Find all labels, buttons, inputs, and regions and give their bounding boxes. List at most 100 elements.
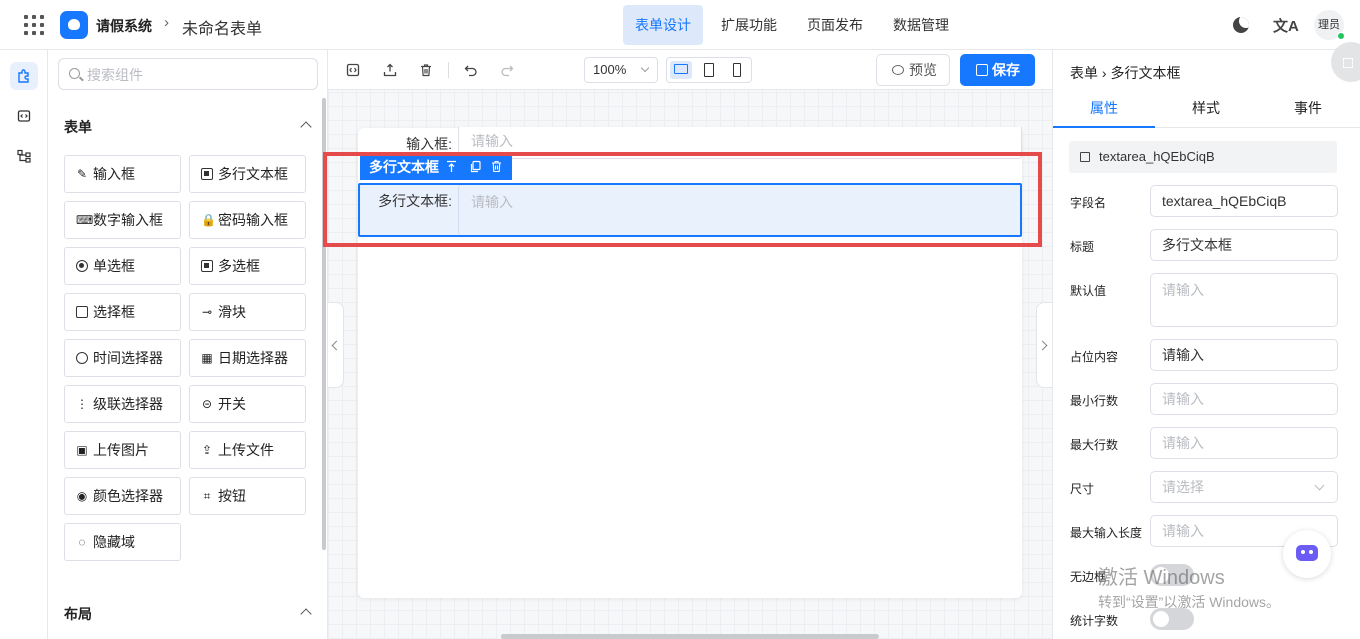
- dark-mode-icon[interactable]: [1233, 17, 1249, 33]
- number-icon: ⌨: [76, 213, 94, 227]
- component-calendar-button[interactable]: ▦ 日期选择器: [189, 339, 306, 377]
- delete-icon[interactable]: [418, 62, 434, 78]
- max-rows-label: 最大行数: [1070, 438, 1119, 452]
- component-label: 颜色选择器: [93, 488, 163, 504]
- device-switcher: [666, 57, 752, 83]
- component-switch-button[interactable]: ⊝ 开关: [189, 385, 306, 423]
- preview-button[interactable]: 预览: [876, 54, 950, 86]
- nav-data-management[interactable]: 数据管理: [881, 5, 961, 45]
- undo-icon[interactable]: [463, 62, 479, 78]
- title-input[interactable]: 多行文本框: [1150, 229, 1338, 261]
- rail-components-button[interactable]: [10, 62, 38, 90]
- component-upload-button[interactable]: ⇪ 上传文件: [189, 431, 306, 469]
- word-count-label: 统计字数: [1070, 614, 1119, 628]
- component-select-button[interactable]: 选择框: [64, 293, 181, 331]
- document-title[interactable]: 未命名表单: [182, 15, 262, 39]
- max-length-label: 最大输入长度: [1070, 526, 1143, 540]
- size-label: 尺寸: [1070, 482, 1095, 496]
- size-select[interactable]: 请选择: [1150, 471, 1338, 503]
- robot-icon: [1296, 545, 1318, 561]
- placeholder-label: 占位内容: [1070, 350, 1119, 364]
- avatar-text: 理员: [1318, 19, 1340, 31]
- component-label: 上传图片: [93, 442, 149, 458]
- component-image-button[interactable]: ▣ 上传图片: [64, 431, 181, 469]
- collapse-form-icon[interactable]: [300, 121, 312, 133]
- min-rows-input[interactable]: 请输入: [1150, 383, 1338, 415]
- breadcrumb-root[interactable]: 表单: [1070, 65, 1098, 81]
- component-checkbox-button[interactable]: 多选框: [189, 247, 306, 285]
- clock-icon: [76, 352, 88, 364]
- rail-code-button[interactable]: [10, 102, 38, 130]
- tab-properties[interactable]: 属性: [1053, 90, 1155, 128]
- field-name-input[interactable]: textarea_hQEbCiqB: [1150, 185, 1338, 217]
- nav-page-publish[interactable]: 页面发布: [795, 5, 875, 45]
- chevron-down-icon: [1314, 480, 1325, 491]
- default-value-textarea[interactable]: 请输入: [1150, 273, 1338, 327]
- component-label: 时间选择器: [93, 350, 163, 366]
- tab-events[interactable]: 事件: [1257, 90, 1359, 127]
- tab-styles[interactable]: 样式: [1155, 90, 1257, 127]
- avatar[interactable]: 理员: [1314, 10, 1345, 40]
- component-clock-button[interactable]: 时间选择器: [64, 339, 181, 377]
- tree-icon: [17, 149, 31, 163]
- section-form-title[interactable]: 表单: [64, 117, 92, 137]
- collapse-left-panel-button[interactable]: [328, 302, 344, 388]
- title-label: 标题: [1070, 240, 1095, 254]
- left-rail: [0, 50, 48, 639]
- fullscreen-button[interactable]: [1331, 42, 1360, 82]
- rail-tree-button[interactable]: [10, 142, 38, 170]
- nav-extensions[interactable]: 扩展功能: [709, 5, 789, 45]
- component-eye-off-button[interactable]: ◌ 隐藏域: [64, 523, 181, 561]
- field-name-label: 字段名: [1070, 196, 1107, 210]
- export-icon[interactable]: [382, 62, 398, 78]
- code-icon[interactable]: [345, 62, 361, 78]
- component-cascader-button[interactable]: ⋮ 级联选择器: [64, 385, 181, 423]
- placeholder-input[interactable]: 请输入: [1150, 339, 1338, 371]
- component-palette-button[interactable]: ◉ 颜色选择器: [64, 477, 181, 515]
- component-id: textarea_hQEbCiqB: [1099, 149, 1215, 164]
- zoom-value: 100%: [593, 62, 627, 77]
- chevron-left-icon: [331, 340, 342, 351]
- section-layout-title[interactable]: 布局: [64, 604, 92, 624]
- component-button-button[interactable]: ⌗ 按钮: [189, 477, 306, 515]
- mobile-view-button[interactable]: [726, 61, 748, 79]
- component-label: 隐藏域: [93, 534, 135, 550]
- component-lock-button[interactable]: 🔒 密码输入框: [189, 201, 306, 239]
- nav-form-design[interactable]: 表单设计: [623, 5, 703, 45]
- component-number-button[interactable]: ⌨ 数字输入框: [64, 201, 181, 239]
- translate-icon[interactable]: 文A: [1273, 15, 1299, 36]
- save-button[interactable]: 保存: [960, 54, 1035, 86]
- chevron-down-icon: [640, 63, 650, 73]
- desktop-view-button[interactable]: [670, 61, 692, 79]
- assistant-button[interactable]: [1283, 530, 1331, 578]
- pencil-icon: ✎: [76, 167, 88, 181]
- max-rows-input[interactable]: 请输入: [1150, 427, 1338, 459]
- textarea-icon: [1080, 152, 1090, 162]
- component-slider-button[interactable]: ⊸ 滑块: [189, 293, 306, 331]
- component-textarea-button[interactable]: 多行文本框: [189, 155, 306, 193]
- tablet-icon: [704, 63, 714, 77]
- main-nav: 表单设计 扩展功能 页面发布 数据管理: [623, 5, 967, 45]
- tablet-view-button[interactable]: [698, 61, 720, 79]
- app-grid-icon[interactable]: [24, 15, 44, 35]
- canvas-horizontal-scrollbar[interactable]: [501, 634, 879, 639]
- design-canvas: 100% 预览 保存 输入框: 请输入 多行文本框: 请输入 多行文本框: [323, 50, 1052, 639]
- highlight-outline: [323, 152, 1042, 247]
- size-select-placeholder: 请选择: [1162, 479, 1204, 495]
- collapse-right-panel-button[interactable]: [1036, 302, 1052, 388]
- component-id-bar: textarea_hQEbCiqB: [1069, 141, 1337, 173]
- online-status-dot: [1337, 32, 1345, 40]
- component-search-input[interactable]: [87, 65, 307, 85]
- zoom-select[interactable]: 100%: [584, 57, 658, 83]
- redo-icon[interactable]: [499, 62, 515, 78]
- components-panel: 表单 ✎输入框多行文本框⌨数字输入框🔒密码输入框单选框多选框选择框 ⊸滑块时间选择…: [48, 50, 328, 639]
- component-label: 按钮: [218, 488, 246, 504]
- component-radio-button[interactable]: 单选框: [64, 247, 181, 285]
- properties-breadcrumb: 表单 › 多行文本框: [1070, 63, 1180, 83]
- collapse-layout-icon[interactable]: [300, 608, 312, 620]
- component-pencil-button[interactable]: ✎ 输入框: [64, 155, 181, 193]
- cascader-icon: ⋮: [76, 397, 88, 411]
- top-bar: 请假系统 › 未命名表单 表单设计 扩展功能 页面发布 数据管理 文A 理员: [0, 0, 1360, 50]
- component-label: 选择框: [93, 304, 135, 320]
- chevron-right-icon: [1037, 340, 1048, 351]
